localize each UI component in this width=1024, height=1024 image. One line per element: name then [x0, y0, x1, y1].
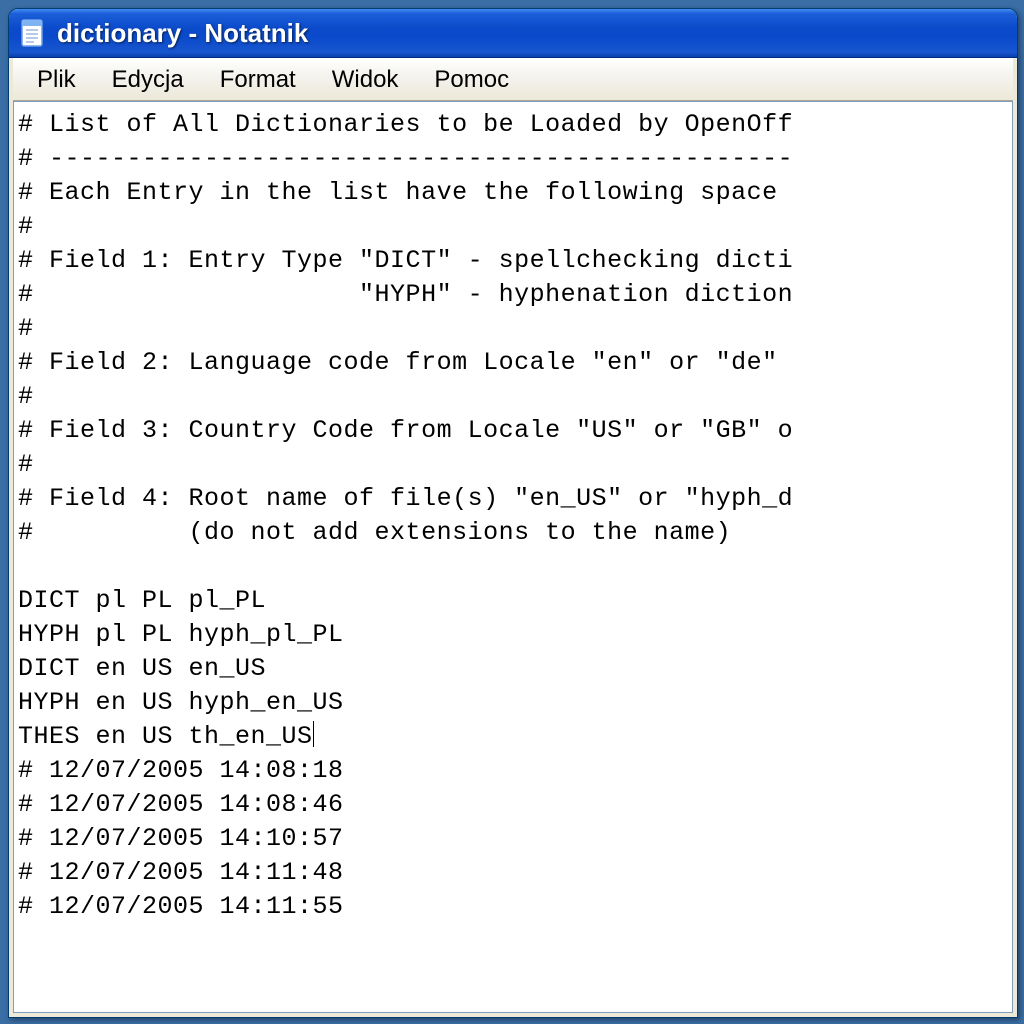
menu-file[interactable]: Plik	[19, 60, 94, 100]
app-window: dictionary - Notatnik Plik Edycja Format…	[8, 8, 1018, 1018]
menu-format[interactable]: Format	[202, 60, 314, 100]
text-editor[interactable]: # List of All Dictionaries to be Loaded …	[14, 102, 1012, 930]
menubar: Plik Edycja Format Widok Pomoc	[13, 58, 1013, 101]
menu-help[interactable]: Pomoc	[416, 60, 527, 100]
menu-edit[interactable]: Edycja	[94, 60, 202, 100]
menu-view[interactable]: Widok	[314, 60, 417, 100]
titlebar[interactable]: dictionary - Notatnik	[9, 9, 1017, 58]
window-title: dictionary - Notatnik	[57, 18, 308, 49]
notepad-icon	[19, 17, 47, 49]
editor-client-area: # List of All Dictionaries to be Loaded …	[13, 101, 1013, 1013]
